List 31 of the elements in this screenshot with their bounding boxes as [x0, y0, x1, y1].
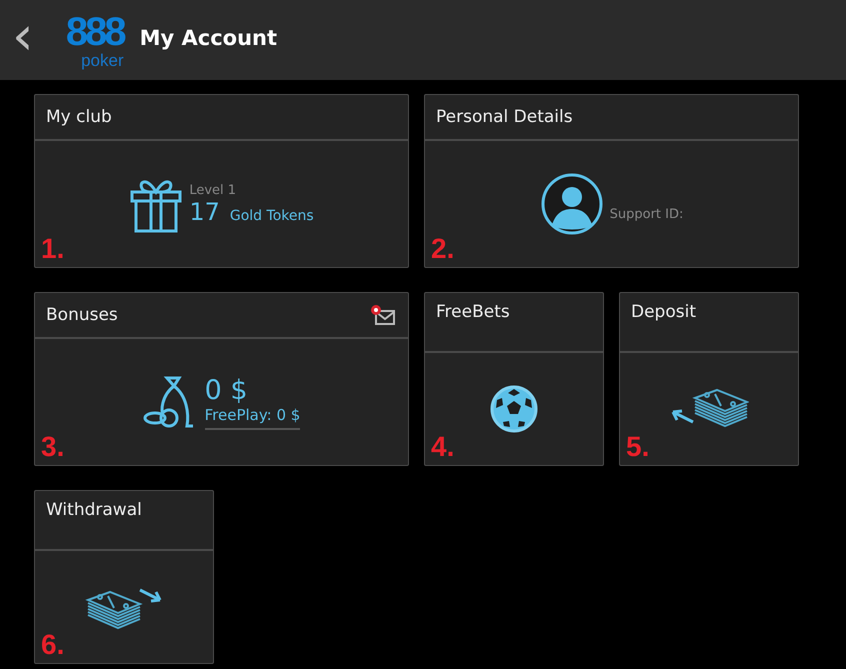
annotation-number: 4.	[431, 431, 454, 463]
account-card[interactable]: Personal Details Support ID: 2.	[424, 94, 799, 268]
freeplay-link[interactable]: FreePlay: 0 $	[204, 406, 300, 430]
annotation-number: 3.	[41, 431, 64, 463]
token-label: Gold Tokens	[230, 208, 314, 224]
account-card[interactable]: My club Level 1 17 Gold Tokens 1.	[34, 94, 409, 268]
bonus-amount: 0 $	[204, 374, 249, 406]
card-title: My club	[46, 107, 112, 127]
mail-alert-icon[interactable]	[370, 304, 396, 326]
annotation-number: 5.	[626, 431, 650, 463]
support-id-label: Support ID:	[610, 206, 684, 222]
account-card[interactable]: Bonuses 0 $ FreePlay: 0 $ 3.	[34, 292, 409, 466]
token-count: 17	[189, 198, 220, 226]
account-card[interactable]: FreeBets 4.	[424, 292, 604, 466]
logo-word: poker	[81, 52, 124, 68]
account-card[interactable]: Deposit 5.	[619, 292, 799, 466]
back-button[interactable]: ‹	[0, 9, 40, 71]
soccer-ball-icon	[489, 384, 539, 434]
card-title: Withdrawal	[46, 500, 142, 520]
logo-digits: 888	[66, 12, 124, 52]
club-level: Level 1	[189, 182, 238, 198]
card-title: FreeBets	[436, 302, 510, 322]
account-card[interactable]: Withdrawal 6.	[34, 490, 214, 664]
card-title: Bonuses	[46, 305, 118, 325]
annotation-number: 1.	[41, 233, 64, 265]
card-title: Deposit	[631, 302, 696, 322]
annotation-number: 6.	[41, 629, 64, 661]
card-title: Personal Details	[436, 107, 573, 127]
user-avatar-icon	[540, 172, 604, 236]
page-title: My Account	[140, 26, 278, 50]
annotation-number: 2.	[431, 233, 454, 265]
